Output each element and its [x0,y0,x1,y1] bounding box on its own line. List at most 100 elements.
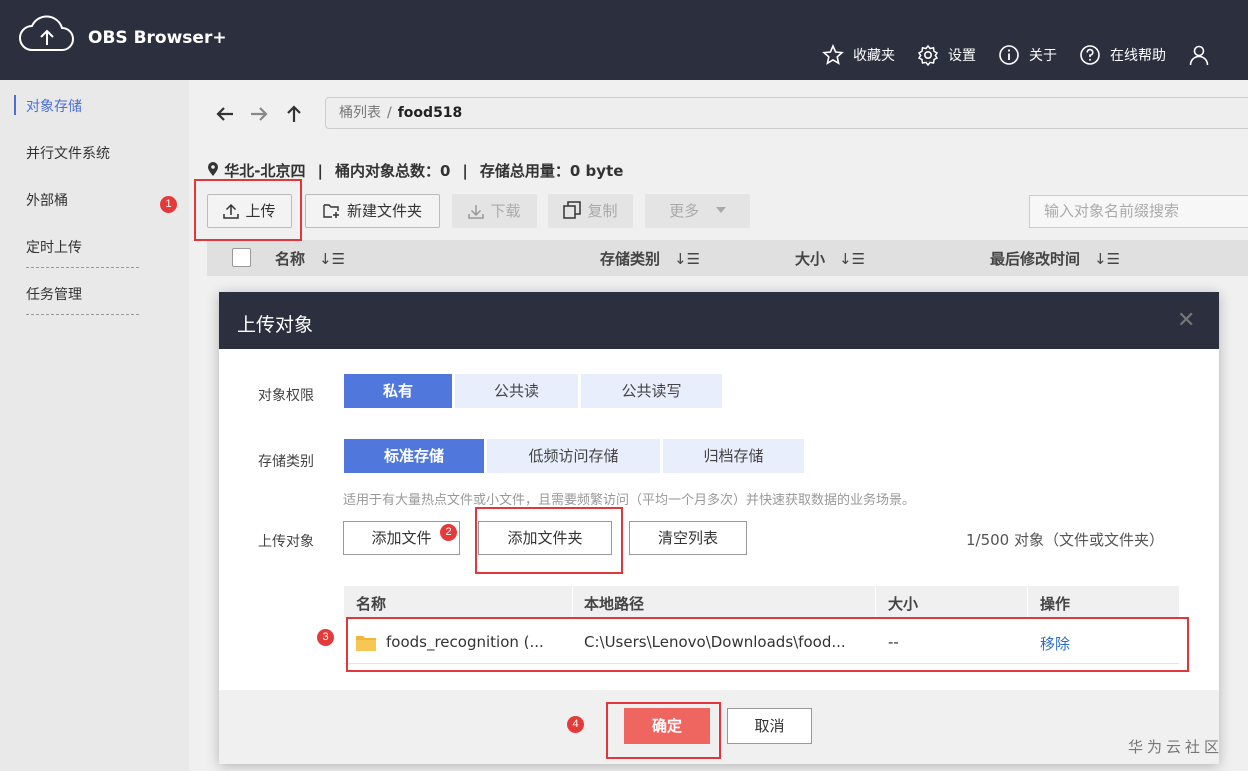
file-col-path: 本地路径 [584,595,645,613]
star-icon [822,44,844,65]
divider [26,267,139,268]
download-label: 下载 [490,202,521,220]
caret-down-icon [715,207,726,213]
storage-used: 存储总用量：0 byte [479,162,624,180]
breadcrumb-separator: / [387,105,392,121]
file-table-header: 名称 本地路径 大小 操作 [344,586,1179,618]
divider [875,586,876,618]
col-name[interactable]: 名称 ↓☰ [275,248,345,269]
forward-arrow-icon[interactable] [249,104,269,124]
region-label: 华北-北京四 [224,162,306,180]
divider [1027,586,1028,618]
dialog-header: 上传对象 ✕ [219,292,1219,349]
info-icon [999,45,1019,65]
storage-standard[interactable]: 标准存储 [344,439,484,473]
copy-label: 复制 [587,202,618,220]
sidebar: 对象存储 并行文件系统 外部桶 定时上传 任务管理 [0,80,189,771]
copy-icon [563,201,582,219]
sort-icon: ↓☰ [319,250,346,268]
copy-button[interactable]: 复制 [548,194,633,228]
storage-class-hint: 适用于有大量热点文件或小文件，且需要频繁访问（平均一个月多次）并快速获取数据的业… [343,493,916,508]
app-title: OBS Browser+ [88,28,227,48]
storage-archive[interactable]: 归档存储 [663,439,804,473]
location-pin-icon [208,162,218,176]
user-menu[interactable] [1188,44,1219,66]
close-icon[interactable]: ✕ [1177,310,1195,332]
col-storage-class[interactable]: 存储类别 ↓☰ [600,248,700,269]
select-all-checkbox[interactable] [232,248,251,267]
settings-menu[interactable]: 设置 [917,44,976,66]
upload-dialog: 上传对象 ✕ 对象权限 私有 公共读 公共读写 存储类别 标准存储 低频访问存储… [219,292,1219,764]
back-arrow-icon[interactable] [215,104,235,124]
divider [26,314,139,315]
top-bar: OBS Browser+ 收藏夹 设置 关于 在线帮助 [0,0,1248,80]
object-count: 桶内对象总数：0 [334,162,451,180]
file-col-name: 名称 [356,595,387,613]
col-storage-class-label: 存储类别 [600,250,661,268]
permission-private[interactable]: 私有 [344,374,452,408]
up-arrow-icon[interactable] [284,104,304,124]
settings-label: 设置 [948,48,976,64]
bucket-info: 华北-北京四 | 桶内对象总数：0 | 存储总用量：0 byte [207,160,623,181]
dialog-title: 上传对象 [237,314,314,336]
step-badge-1: 1 [160,196,177,213]
search-input[interactable]: 输入对象名前缀搜索 [1029,195,1248,228]
step-badge-2: 2 [440,524,457,541]
favorites-label: 收藏夹 [853,48,895,64]
permission-label: 对象权限 [258,388,314,404]
cancel-button[interactable]: 取消 [727,708,812,744]
cloud-upload-logo-icon [19,15,74,51]
clear-list-button[interactable]: 清空列表 [629,521,747,555]
sidebar-item-object-storage[interactable]: 对象存储 [26,96,82,116]
permission-public-read-write[interactable]: 公共读写 [581,374,722,408]
download-icon [468,205,485,219]
new-folder-button[interactable]: 新建文件夹 [305,194,440,228]
step-badge-3: 3 [317,629,334,646]
sidebar-item-scheduled-upload[interactable]: 定时上传 [26,237,82,257]
top-nav: 收藏夹 设置 关于 在线帮助 [822,44,1219,66]
sidebar-item-external-bucket[interactable]: 外部桶 [26,190,68,210]
upload-objects-label: 上传对象 [258,534,314,550]
sidebar-item-task-manager[interactable]: 任务管理 [26,284,82,304]
favorites-menu[interactable]: 收藏夹 [822,44,895,66]
about-menu[interactable]: 关于 [998,44,1057,66]
file-col-action: 操作 [1040,595,1071,613]
col-size[interactable]: 大小 ↓☰ [795,248,865,269]
sidebar-item-parallel-fs[interactable]: 并行文件系统 [26,143,110,163]
help-menu[interactable]: 在线帮助 [1079,44,1166,66]
gear-icon [917,44,939,66]
breadcrumb-bucket-list[interactable]: 桶列表 [339,105,381,121]
highlight-upload [194,179,302,241]
active-indicator [14,95,16,115]
about-label: 关于 [1029,48,1057,64]
more-dropdown[interactable]: 更多 [645,194,750,228]
step-badge-4: 4 [567,716,584,733]
col-name-label: 名称 [275,250,306,268]
col-modified[interactable]: 最后修改时间 ↓☰ [990,248,1120,269]
info-separator: | [317,162,323,180]
highlight-add-folder [475,507,623,574]
sort-icon: ↓☰ [674,250,701,268]
storage-class-label: 存储类别 [258,454,314,470]
new-folder-label: 新建文件夹 [346,202,422,220]
breadcrumb[interactable]: 桶列表 / food518 [325,97,1248,129]
watermark: 华为云社区 [1128,738,1224,756]
info-separator: | [462,162,468,180]
breadcrumb-current: food518 [397,105,463,121]
help-label: 在线帮助 [1110,48,1166,64]
more-label: 更多 [669,202,700,220]
question-icon [1080,45,1100,65]
download-button[interactable]: 下载 [452,194,537,228]
object-table-header: 名称 ↓☰ 存储类别 ↓☰ 大小 ↓☰ 最后修改时间 ↓☰ [207,240,1248,276]
sort-icon: ↓☰ [839,250,866,268]
object-count-limit: 1/500 对象（文件或文件夹） [966,531,1164,549]
divider [572,586,573,618]
user-icon [1189,45,1209,66]
col-modified-label: 最后修改时间 [990,250,1081,268]
permission-public-read[interactable]: 公共读 [455,374,578,408]
sort-icon: ↓☰ [1094,250,1121,268]
storage-infrequent[interactable]: 低频访问存储 [487,439,660,473]
highlight-file-row [346,617,1189,672]
highlight-confirm [606,702,721,759]
new-folder-icon [323,204,339,218]
